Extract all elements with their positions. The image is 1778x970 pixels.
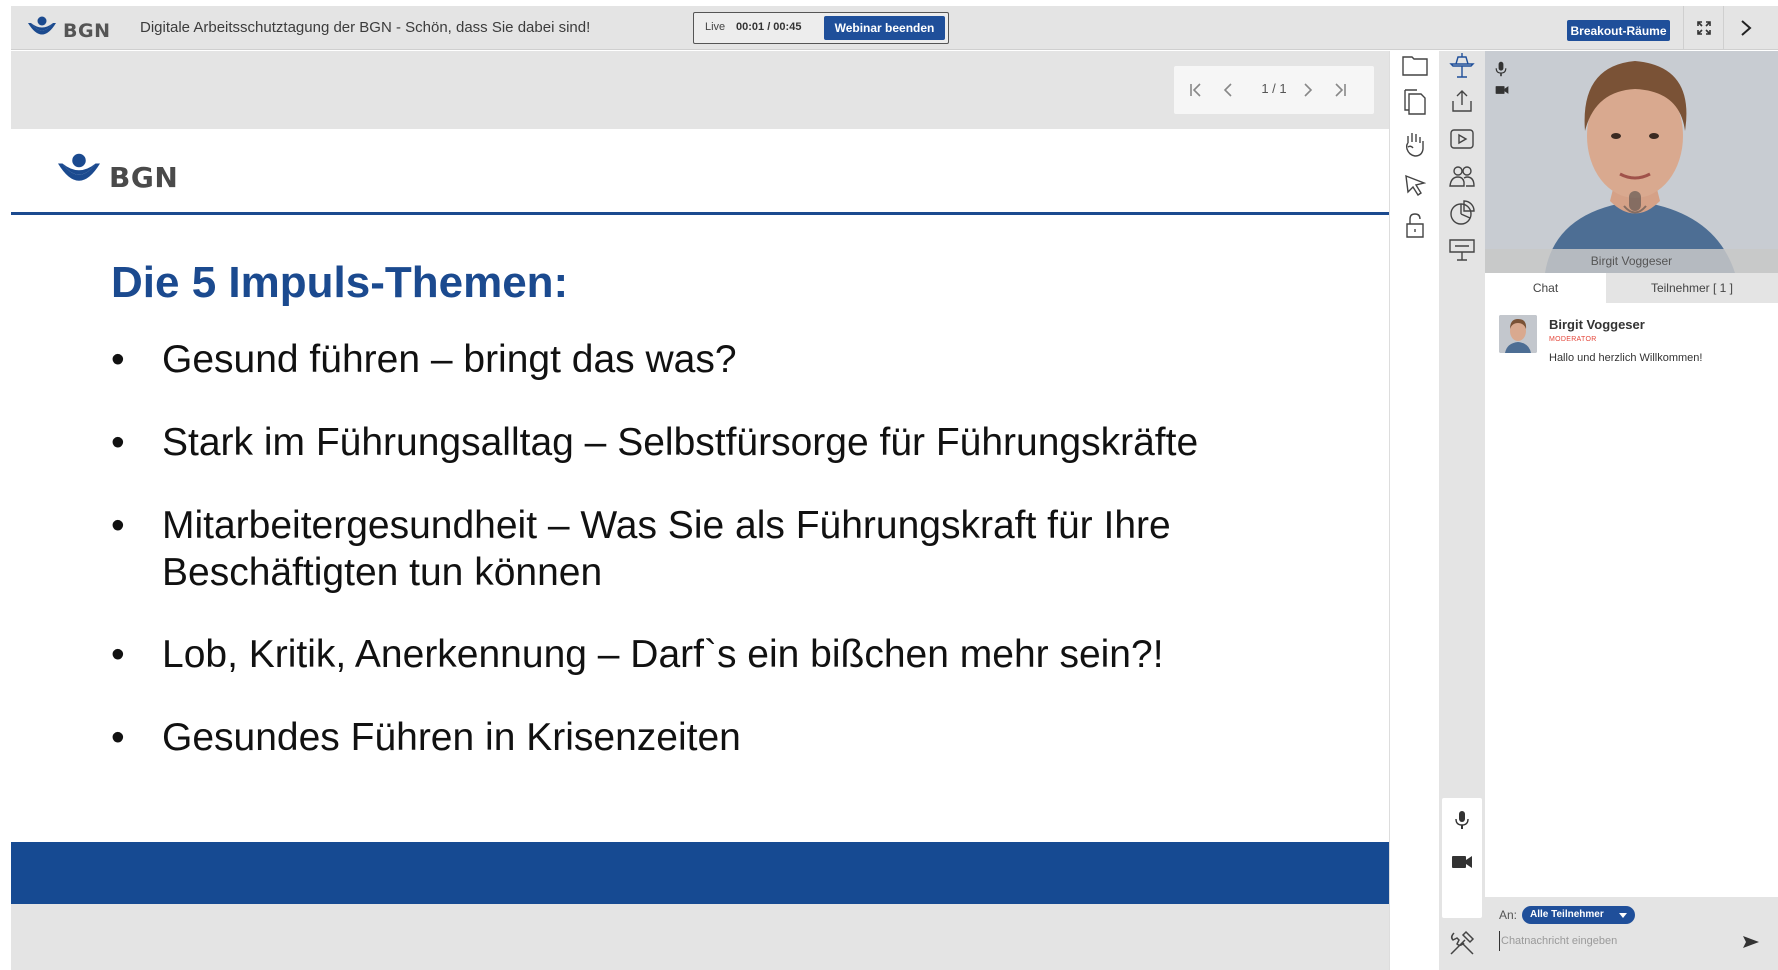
chat-input[interactable] [1499,931,1727,951]
presenter-video: Birgit Voggeser [1485,51,1778,273]
fullscreen-icon [1696,21,1711,35]
slide-brand-logo: BGN [55,153,185,194]
whiteboard-icon [1449,239,1475,261]
send-button[interactable] [1738,930,1764,954]
whiteboard-button[interactable] [1444,232,1480,268]
folder-button[interactable] [1397,47,1433,83]
copy-icon [1404,89,1426,115]
camera-icon [1495,86,1509,94]
share-upload-icon [1452,90,1472,112]
bullet-text: Mitarbeitergesundheit – Was Sie als Führ… [162,504,1171,547]
chat-author: Birgit Voggeser [1549,317,1645,332]
presenter-portrait [1485,51,1778,273]
bullet-dot: • [111,338,125,381]
play-video-button[interactable] [1444,121,1480,157]
video-media-indicators [1495,61,1509,95]
settings-tools-icon [1450,930,1475,955]
live-label: Live [705,21,726,33]
bullet-dot: • [111,716,125,759]
video-participant-name: Birgit Voggeser [1485,249,1778,273]
chevron-left-icon [1223,83,1232,97]
mic-icon [1455,811,1469,829]
chevron-right-icon [1304,83,1313,97]
fullscreen-button[interactable] [1683,6,1723,50]
play-video-icon [1450,129,1474,149]
tool-column-left [1389,51,1439,970]
chat-message: Birgit Voggeser MODERATOR Hallo und herz… [1499,315,1769,375]
camera-button[interactable] [1444,844,1480,880]
bullet-text: Stark im Führungsalltag – Selbstfürsorge… [162,421,1199,464]
chevron-right-icon [1740,20,1752,36]
last-slide-button[interactable] [1328,78,1352,102]
mic-icon [1495,61,1507,77]
live-timer: 00:01 / 00:45 [736,21,802,33]
send-icon [1743,936,1759,948]
bullet-dot: • [111,504,125,547]
presenter-button[interactable] [1444,47,1480,83]
slide-counter: 1 / 1 [1261,81,1287,96]
breakout-rooms-button[interactable]: Breakout-Räume [1567,20,1670,41]
raise-hand-button[interactable] [1397,126,1433,162]
previous-slide-button[interactable] [1216,78,1240,102]
hand-icon [1405,133,1424,157]
presentation-slide: BGN Die 5 Impuls-Themen: • Gesund führen… [11,129,1389,904]
copy-button[interactable] [1397,84,1433,120]
top-bar: BGN Digitale Arbeitsschutztagung der BGN… [11,6,1778,50]
tab-participants[interactable]: Teilnehmer [ 1 ] [1606,273,1778,303]
camera-icon [1452,856,1472,868]
tool-column-right [1439,51,1485,970]
tab-chat[interactable]: Chat [1485,273,1606,303]
bullet-dot: • [111,633,125,676]
chat-compose: An: Alle Teilnehmer [1485,897,1778,970]
brand-logo: BGN [27,15,111,43]
lock-button[interactable] [1397,207,1433,243]
slide-heading: Die 5 Impuls-Themen: [111,258,569,307]
share-upload-button[interactable] [1444,83,1480,119]
webinar-app: BGN Digitale Arbeitsschutztagung der BGN… [0,0,1778,970]
right-panel: Birgit Voggeser Chat Teilnehmer [ 1 ] Bi… [1485,51,1778,970]
webinar-title: Digitale Arbeitsschutztagung der BGN - S… [140,19,591,36]
brand-logo-text: BGN [63,20,111,42]
first-slide-button[interactable] [1184,78,1208,102]
next-slide-button[interactable] [1296,78,1320,102]
panel-tabs: Chat Teilnehmer [ 1 ] [1485,273,1778,303]
live-status-box: Live 00:01 / 00:45 Webinar beenden [693,12,949,44]
settings-tools-button[interactable] [1444,925,1480,961]
avatar [1499,315,1537,353]
lock-icon [1406,213,1424,238]
pointer-button[interactable] [1397,167,1433,203]
caret-down-icon [1619,913,1627,918]
chat-role-badge: MODERATOR [1549,336,1597,343]
pie-chart-icon [1450,200,1475,225]
presenter-icon [1449,53,1475,78]
slide-brand-text: BGN [109,161,179,194]
bullet-text: Gesund führen – bringt das was? [162,338,737,381]
recipient-value: Alle Teilnehmer [1530,909,1604,920]
slide-pager: 1 / 1 [1174,66,1374,114]
participants-button[interactable] [1444,158,1480,194]
presentation-stage: 1 / 1 BGN Die 5 Impuls-Themen: • Gesund … [11,51,1389,970]
chat-text: Hallo und herzlich Willkommen! [1549,352,1703,364]
first-page-icon [1190,83,1201,97]
media-controls-box [1442,798,1482,918]
bullet-text: Gesundes Führen in Krisenzeiten [162,716,741,759]
microphone-button[interactable] [1444,802,1480,838]
slide-divider [11,212,1389,215]
collapse-panel-button[interactable] [1723,6,1767,50]
folder-icon [1402,56,1428,76]
poll-button[interactable] [1444,195,1480,231]
end-webinar-button[interactable]: Webinar beenden [824,16,945,40]
participants-icon [1449,166,1475,187]
recipient-select[interactable]: Alle Teilnehmer [1522,906,1635,924]
bullet-text: Lob, Kritik, Anerkennung – Darf`s ein bi… [162,633,1164,676]
bullet-dot: • [111,421,125,464]
last-page-icon [1335,83,1346,97]
pointer-icon [1405,174,1426,196]
bullet-text: Beschäftigten tun können [162,551,603,594]
slide-footer-bar [11,842,1389,904]
recipient-label: An: [1499,908,1518,922]
